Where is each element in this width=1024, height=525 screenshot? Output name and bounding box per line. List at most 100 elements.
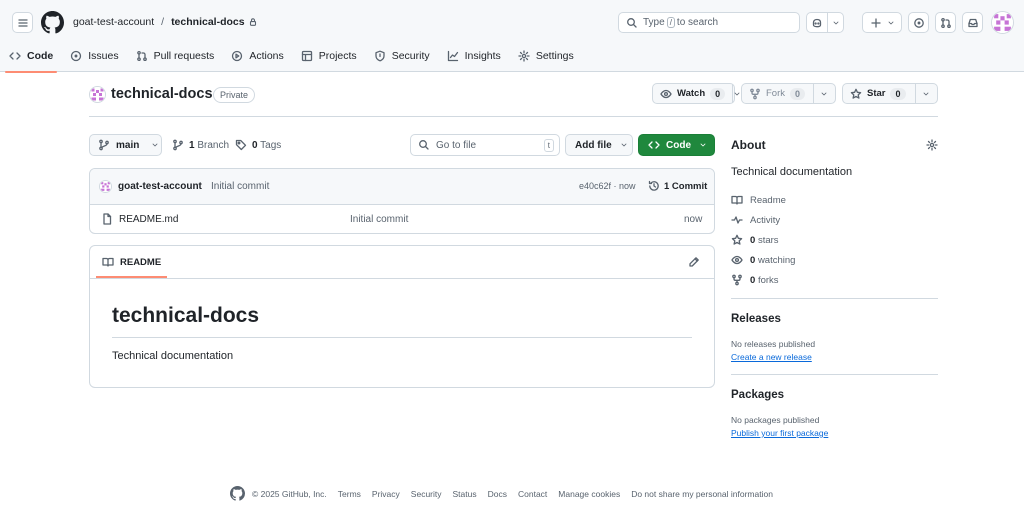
create-new-button[interactable] xyxy=(862,12,902,33)
star-icon xyxy=(731,234,743,245)
footer-link-contact[interactable]: Contact xyxy=(518,489,547,499)
add-file-button[interactable]: Add file xyxy=(565,134,633,156)
pencil-icon[interactable] xyxy=(688,256,700,268)
pull-request-icon xyxy=(940,17,951,28)
footer-link-status[interactable]: Status xyxy=(453,489,477,499)
releases-title[interactable]: Releases xyxy=(731,313,781,325)
go-to-file-input[interactable]: Go to file t xyxy=(410,134,560,156)
readme-panel: README technical-docs Technical document… xyxy=(89,245,715,388)
branch-count-label: Branch xyxy=(197,139,230,151)
packages-title[interactable]: Packages xyxy=(731,389,784,401)
fork-dropdown[interactable] xyxy=(814,84,835,103)
title-divider xyxy=(89,116,938,117)
repo-owner-avatar[interactable] xyxy=(89,86,106,103)
watch-button[interactable]: Watch 0 xyxy=(652,83,740,104)
code-button[interactable]: Code xyxy=(638,134,715,156)
readme-header-divider xyxy=(90,278,714,279)
tags-link[interactable]: 0 Tags xyxy=(235,139,281,151)
button-divider xyxy=(826,13,828,32)
footer-link-terms[interactable]: Terms xyxy=(338,489,361,499)
tab-projects[interactable]: Projects xyxy=(293,40,365,72)
your-pull-requests-button[interactable] xyxy=(935,12,956,33)
git-branch-icon xyxy=(99,139,109,151)
commit-author-link[interactable]: goat-test-account xyxy=(118,181,202,192)
your-issues-button[interactable] xyxy=(908,12,929,33)
user-avatar[interactable] xyxy=(991,11,1014,34)
publish-package-link[interactable]: Publish your first package xyxy=(731,428,828,438)
file-row[interactable]: README.md Initial commit now xyxy=(90,205,714,233)
breadcrumb-repo-link[interactable]: technical-docs xyxy=(171,16,245,28)
create-release-link[interactable]: Create a new release xyxy=(731,352,812,362)
gear-icon[interactable] xyxy=(926,139,938,151)
tab-label: Actions xyxy=(249,50,284,62)
branch-selector-button[interactable]: main xyxy=(89,134,162,156)
tag-icon xyxy=(235,139,247,151)
tab-actions[interactable]: Actions xyxy=(223,40,291,72)
activity-link[interactable]: Activity xyxy=(731,214,780,226)
tab-label: Issues xyxy=(88,50,119,62)
latest-commit-bar: goat-test-account Initial commit e40c62f… xyxy=(90,169,714,205)
chevron-down-icon xyxy=(923,92,929,95)
fork-button[interactable]: Fork 0 xyxy=(741,83,836,104)
go-to-file-shortcut: t xyxy=(543,139,554,152)
footer-link-cookies[interactable]: Manage cookies xyxy=(558,489,620,499)
star-dropdown[interactable] xyxy=(916,84,937,103)
footer-link-docs[interactable]: Docs xyxy=(488,489,507,499)
file-name-link[interactable]: README.md xyxy=(119,214,178,225)
file-browser: goat-test-account Initial commit e40c62f… xyxy=(89,168,715,234)
chevron-down-icon xyxy=(821,92,827,95)
issue-icon xyxy=(913,17,924,28)
commit-sha-link[interactable]: e40c62f · now xyxy=(579,181,636,191)
stars-count: 0 xyxy=(750,234,756,246)
stars-link[interactable]: 0 stars xyxy=(731,234,779,246)
repo-nav-tabs: Code Issues Pull requests Actions Projec… xyxy=(0,40,582,73)
footer-link-security[interactable]: Security xyxy=(411,489,442,499)
branches-link[interactable]: 1 Branch xyxy=(172,139,229,151)
readme-tab[interactable]: README xyxy=(96,246,168,278)
tab-settings[interactable]: Settings xyxy=(510,40,582,72)
commit-time: now xyxy=(619,181,636,191)
tab-code[interactable]: Code xyxy=(1,40,61,73)
readme-link[interactable]: Readme xyxy=(731,194,786,206)
visibility-badge: Private xyxy=(213,87,256,103)
tab-pull-requests[interactable]: Pull requests xyxy=(128,40,223,72)
readme-heading-rule xyxy=(112,337,692,338)
file-commit-link[interactable]: Initial commit xyxy=(350,214,408,225)
fork-main[interactable]: Fork 0 xyxy=(742,84,814,103)
copilot-button[interactable] xyxy=(806,12,844,33)
pull-request-icon xyxy=(136,50,147,62)
star-main[interactable]: Star 0 xyxy=(843,84,916,103)
sidebar-divider xyxy=(731,298,938,299)
footer-copyright: © 2025 GitHub, Inc. xyxy=(252,488,327,499)
commit-count-label: 1 Commit xyxy=(664,180,708,192)
forks-link[interactable]: 0 forks xyxy=(731,274,779,286)
tab-security[interactable]: Security xyxy=(366,40,438,72)
tab-insights[interactable]: Insights xyxy=(439,40,509,72)
tab-issues[interactable]: Issues xyxy=(62,40,126,72)
git-branch-icon xyxy=(173,139,183,151)
repo-title[interactable]: technical-docs xyxy=(111,86,213,102)
readme-heading: technical-docs xyxy=(112,304,260,327)
star-icon xyxy=(850,88,862,99)
watch-dropdown[interactable] xyxy=(733,84,741,103)
fork-count: 0 xyxy=(790,87,806,100)
commit-history-link[interactable]: 1 Commit xyxy=(648,180,707,192)
footer-link-privacy[interactable]: Privacy xyxy=(372,489,400,499)
commit-message-link[interactable]: Initial commit xyxy=(211,181,269,192)
search-input[interactable]: Type / to search xyxy=(618,12,800,33)
footer-link-do-not-share[interactable]: Do not share my personal information xyxy=(631,489,773,499)
tab-label: Projects xyxy=(318,50,357,62)
watch-count: 0 xyxy=(710,87,726,100)
notifications-button[interactable] xyxy=(962,12,983,33)
chevron-down-icon xyxy=(621,143,627,147)
github-mark-icon[interactable] xyxy=(230,486,245,501)
menu-button[interactable] xyxy=(12,12,33,33)
commit-author-avatar[interactable] xyxy=(99,180,112,193)
github-logo-icon[interactable] xyxy=(41,11,64,34)
tag-count-value: 0 xyxy=(252,139,258,151)
breadcrumb-owner-link[interactable]: goat-test-account xyxy=(73,16,154,28)
watching-link[interactable]: 0 watching xyxy=(731,254,795,266)
star-button[interactable]: Star 0 xyxy=(842,83,938,104)
commit-sha: e40c62f xyxy=(579,181,612,191)
watch-main[interactable]: Watch 0 xyxy=(653,84,734,103)
